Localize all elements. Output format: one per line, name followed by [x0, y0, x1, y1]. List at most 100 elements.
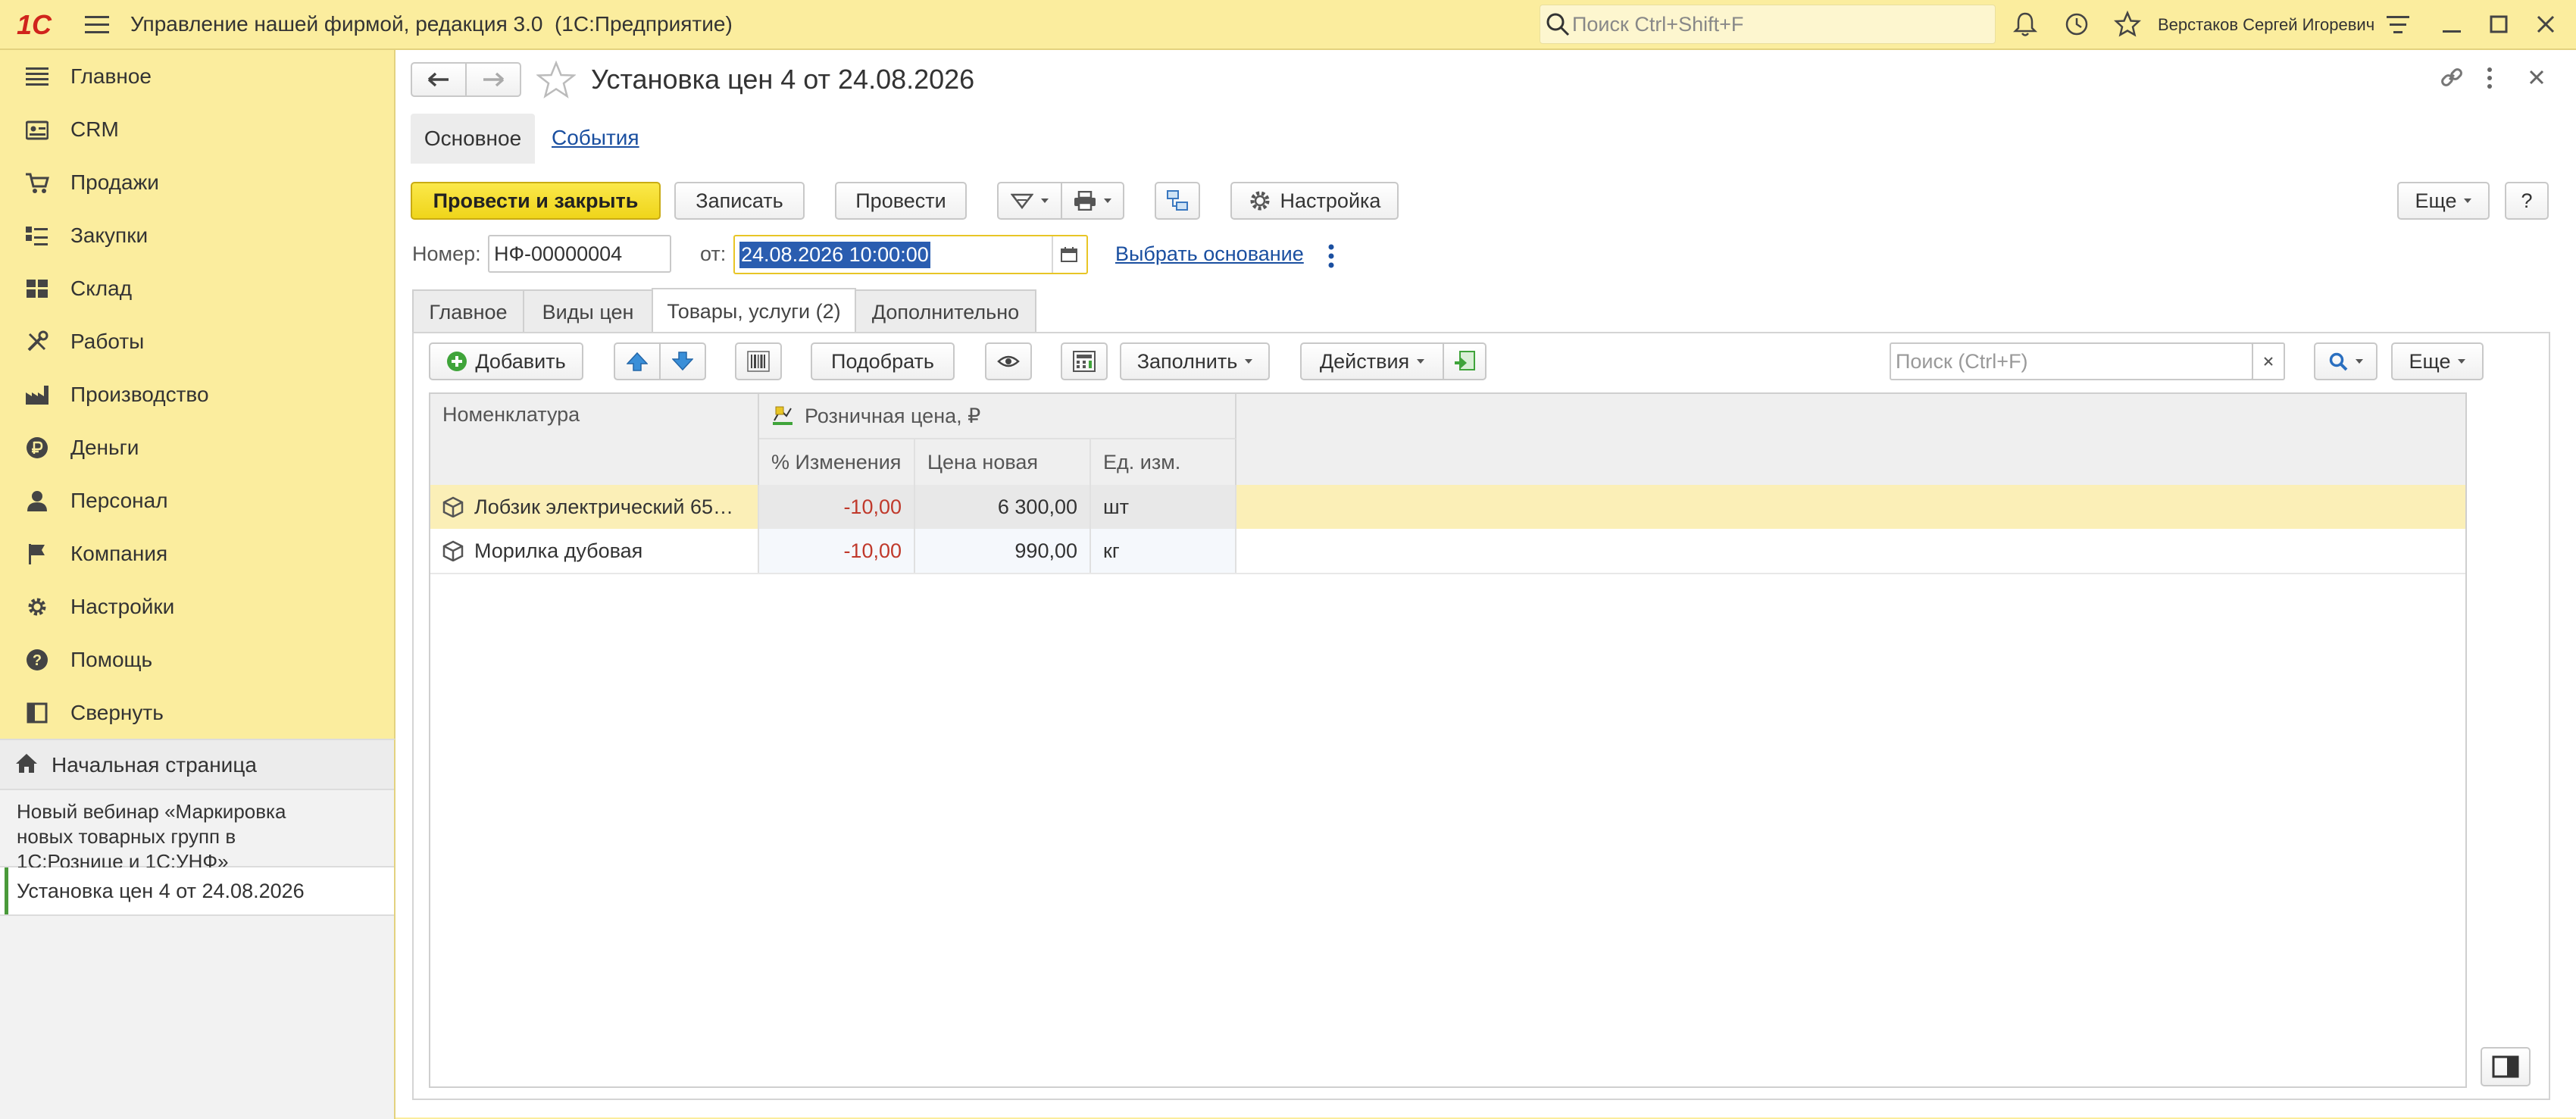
sidebar-item-production[interactable]: Производство: [0, 368, 394, 421]
sidebar-item-collapse[interactable]: Свернуть: [0, 686, 394, 739]
move-down-button[interactable]: [659, 342, 706, 380]
preview-button[interactable]: [985, 342, 1032, 380]
svg-text:?: ?: [33, 652, 42, 669]
settings-button[interactable]: Настройка: [1230, 182, 1399, 220]
triangle-icon: [1011, 192, 1033, 209]
global-search[interactable]: Поиск Ctrl+Shift+F: [1540, 5, 1996, 44]
subtab-main[interactable]: Основное: [411, 114, 535, 164]
home-page-item[interactable]: Начальная страница: [0, 740, 394, 790]
create-based-on-button[interactable]: [997, 182, 1062, 220]
table-more-button[interactable]: Еще: [2391, 342, 2484, 380]
pick-button[interactable]: Подобрать: [811, 342, 955, 380]
save-button[interactable]: Записать: [674, 182, 805, 220]
menu-lines-icon: [24, 64, 50, 89]
calculate-button[interactable]: [1061, 342, 1108, 380]
tab-price-types[interactable]: Виды цен: [523, 289, 653, 333]
excel-export-button[interactable]: [1443, 342, 1487, 380]
export-icon: [1453, 351, 1476, 372]
app-logo: 1С: [17, 9, 52, 40]
clear-search-button[interactable]: [2252, 342, 2285, 380]
favorite-star-icon[interactable]: [536, 61, 576, 100]
sidebar-item-label: Главное: [70, 64, 152, 88]
col-header-item[interactable]: Номенклатура: [430, 394, 759, 485]
subtab-events[interactable]: События: [552, 126, 639, 150]
table-search-placeholder: Поиск (Ctrl+F): [1896, 349, 2028, 373]
actions-button-label: Действия: [1319, 349, 1410, 373]
col-header-unit[interactable]: Ед. изм.: [1091, 439, 1236, 485]
document-window: Установка цен 4 от 24.08.2026 Основное С…: [395, 50, 2576, 1117]
search-options-button[interactable]: [2314, 342, 2377, 380]
sidebar-item-label: Работы: [70, 330, 145, 353]
fill-button[interactable]: Заполнить: [1120, 342, 1270, 380]
main-menu-icon[interactable]: [85, 15, 109, 35]
barcode-button[interactable]: [735, 342, 782, 380]
row-change-value: -10,00: [843, 539, 902, 562]
open-window-label: Установка цен 4 от 24.08.2026: [17, 880, 305, 902]
sidebar-item-warehouse[interactable]: Склад: [0, 262, 394, 315]
date-field[interactable]: 24.08.2026 10:00:00: [733, 235, 1088, 274]
sidebar-item-crm[interactable]: CRM: [0, 103, 394, 156]
link-icon[interactable]: [2440, 65, 2464, 89]
maximize-icon[interactable]: [2488, 14, 2509, 35]
eye-icon: [997, 354, 1020, 369]
back-button[interactable]: [411, 62, 467, 97]
close-document-icon[interactable]: [2529, 70, 2544, 85]
row-price-cell: 6 300,00: [915, 485, 1091, 529]
col-header-new-price[interactable]: Цена новая: [915, 439, 1091, 485]
field-more-icon[interactable]: [1327, 244, 1335, 268]
panel-toggle-button[interactable]: [2481, 1047, 2531, 1086]
sidebar-item-sales[interactable]: Продажи: [0, 156, 394, 209]
table-row[interactable]: Морилка дубовая -10,00 990,00 кг: [430, 529, 2465, 574]
number-field[interactable]: НФ-00000004: [488, 235, 671, 273]
choose-basis-link[interactable]: Выбрать основание: [1115, 242, 1304, 266]
cart-icon: [24, 170, 50, 195]
sidebar-item-works[interactable]: Работы: [0, 315, 394, 368]
actions-button[interactable]: Действия: [1300, 342, 1444, 380]
title-bar: 1С Управление нашей фирмой, редакция 3.0…: [0, 0, 2576, 50]
row-unit-value: шт: [1103, 495, 1130, 518]
tab-additional[interactable]: Дополнительно: [855, 289, 1036, 333]
settings-button-label: Настройка: [1280, 189, 1381, 212]
history-icon[interactable]: [2064, 11, 2090, 37]
sidebar-item-help[interactable]: ? Помощь: [0, 633, 394, 686]
table-search-input[interactable]: Поиск (Ctrl+F): [1890, 342, 2253, 380]
settings-lines-icon[interactable]: [2387, 14, 2409, 36]
move-up-button[interactable]: [614, 342, 661, 380]
sidebar-item-label: Производство: [70, 383, 209, 406]
sidebar-item-personnel[interactable]: Персонал: [0, 474, 394, 527]
number-label: Номер:: [412, 242, 481, 265]
search-icon: [1545, 11, 1571, 37]
bell-icon[interactable]: [2012, 11, 2038, 37]
sidebar-item-purchases[interactable]: Закупки: [0, 209, 394, 262]
sidebar-item-money[interactable]: Деньги: [0, 421, 394, 474]
col-header-item-label: Номенклатура: [442, 403, 580, 426]
add-row-button[interactable]: Добавить: [429, 342, 583, 380]
more-vertical-icon[interactable]: [2485, 67, 2494, 89]
close-window-icon[interactable]: [2535, 14, 2556, 35]
col-header-change[interactable]: % Изменения: [759, 439, 915, 485]
calendar-icon[interactable]: [1061, 247, 1077, 262]
sidebar-item-main[interactable]: Главное: [0, 50, 394, 103]
more-button[interactable]: Еще: [2397, 182, 2490, 220]
tab-goods-services[interactable]: Товары, услуги (2): [652, 288, 856, 333]
minimize-icon[interactable]: [2441, 14, 2462, 35]
structure-button[interactable]: [1155, 182, 1200, 220]
user-name[interactable]: Верстаков Сергей Игоревич: [2158, 15, 2374, 35]
sidebar-item-settings[interactable]: Настройки: [0, 580, 394, 633]
date-value: 24.08.2026 10:00:00: [739, 241, 930, 268]
tab-main[interactable]: Главное: [412, 289, 524, 333]
favorites-star-icon[interactable]: [2114, 11, 2141, 38]
post-and-close-button[interactable]: Провести и закрыть: [411, 182, 661, 220]
ruble-icon: [24, 435, 50, 461]
fill-button-label: Заполнить: [1136, 349, 1238, 373]
print-button[interactable]: [1061, 182, 1124, 220]
forward-button[interactable]: [465, 62, 521, 97]
open-window-webinar[interactable]: Новый вебинар «Маркировка новых товарных…: [0, 790, 394, 873]
open-window-price-doc[interactable]: Установка цен 4 от 24.08.2026: [0, 867, 394, 916]
help-button[interactable]: ?: [2505, 182, 2549, 220]
table-row[interactable]: Лобзик электрический 65… -10,00 6 300,00…: [430, 485, 2465, 530]
col-group-retail-price[interactable]: Розничная цена, ₽: [759, 394, 1236, 439]
home-page-label: Начальная страница: [52, 753, 257, 777]
sidebar-item-company[interactable]: Компания: [0, 527, 394, 580]
post-button[interactable]: Провести: [835, 182, 967, 220]
